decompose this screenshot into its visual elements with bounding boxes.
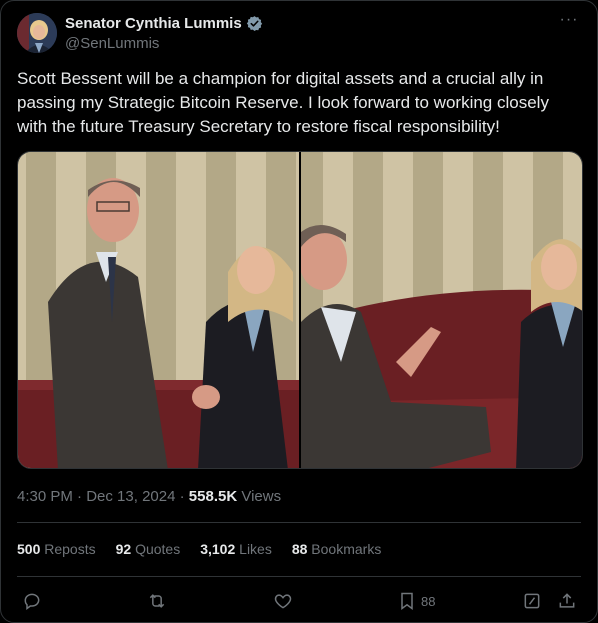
likes-stat[interactable]: 3,102 Likes [200, 541, 272, 557]
tweet-photo-2[interactable] [301, 152, 582, 468]
reposts-stat[interactable]: 500 Reposts [17, 541, 96, 557]
tweet-header: Senator Cynthia Lummis @SenLummis ··· [17, 12, 581, 55]
quotes-count: 92 [115, 541, 132, 557]
reply-button[interactable] [22, 589, 42, 613]
quotes-stat[interactable]: 92 Quotes [116, 541, 181, 557]
like-icon [274, 594, 292, 609]
tweet-meta: 4:30 PM · Dec 13, 2024 · 558.5K Views [17, 488, 281, 505]
bookmark-button[interactable]: 88 [397, 589, 435, 613]
bookmarks-count: 88 [291, 541, 308, 557]
verified-badge-icon [246, 16, 262, 31]
views-count: 558.5K [188, 488, 238, 505]
grok-button[interactable] [522, 589, 542, 613]
bookmark-button-count: 88 [421, 593, 436, 609]
tweet-date[interactable]: Dec 13, 2024 [86, 488, 175, 505]
grok-icon [524, 593, 540, 609]
author-names: Senator Cynthia Lummis @SenLummis [65, 14, 263, 53]
author-display-name[interactable]: Senator Cynthia Lummis [65, 14, 242, 33]
divider [17, 576, 581, 577]
views-label: Views [237, 488, 282, 505]
tweet-text: Scott Bessent will be a champion for dig… [17, 69, 549, 136]
repost-icon [149, 594, 165, 608]
bookmarks-stat[interactable]: 88 Bookmarks [292, 541, 382, 557]
repost-button[interactable] [147, 589, 167, 613]
author-display-name-row[interactable]: Senator Cynthia Lummis [65, 14, 263, 33]
meta-separator: · [72, 488, 87, 505]
bookmark-icon [401, 592, 413, 610]
reply-icon [24, 593, 40, 610]
like-button[interactable] [273, 589, 293, 613]
meta-separator: · [175, 488, 189, 505]
tweet-card: Senator Cynthia Lummis @SenLummis ··· Sc… [0, 0, 598, 623]
more-options-icon[interactable]: ··· [557, 12, 581, 33]
share-icon [559, 593, 575, 608]
divider [17, 522, 581, 523]
author-handle[interactable]: @SenLummis [65, 34, 263, 53]
tweet-stats: 500 Reposts 92 Quotes 3,102 Likes 88 Boo… [17, 541, 381, 557]
reposts-count: 500 [17, 541, 41, 557]
share-button[interactable] [557, 589, 577, 613]
tweet-photo-1[interactable] [18, 152, 299, 468]
likes-label: Likes [235, 541, 272, 557]
reposts-label: Reposts [40, 541, 96, 557]
tweet-media [17, 151, 583, 469]
author-avatar[interactable] [17, 13, 57, 53]
likes-count: 3,102 [200, 541, 236, 557]
tweet-actions: 88 [17, 589, 581, 613]
bookmarks-label: Bookmarks [307, 541, 382, 557]
tweet-time[interactable]: 4:30 PM [17, 488, 73, 505]
quotes-label: Quotes [131, 541, 181, 557]
